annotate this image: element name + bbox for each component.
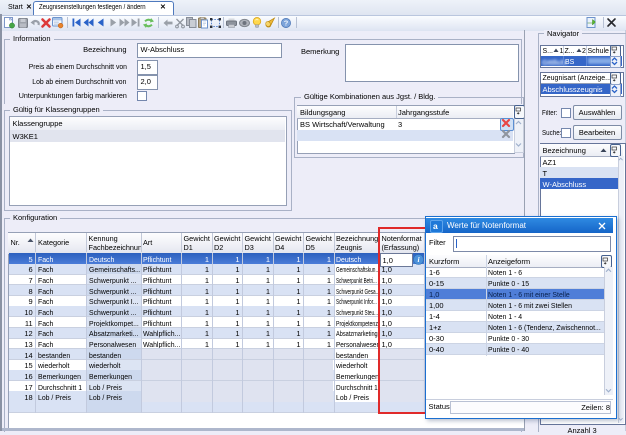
svg-text:?: ? — [284, 18, 289, 27]
